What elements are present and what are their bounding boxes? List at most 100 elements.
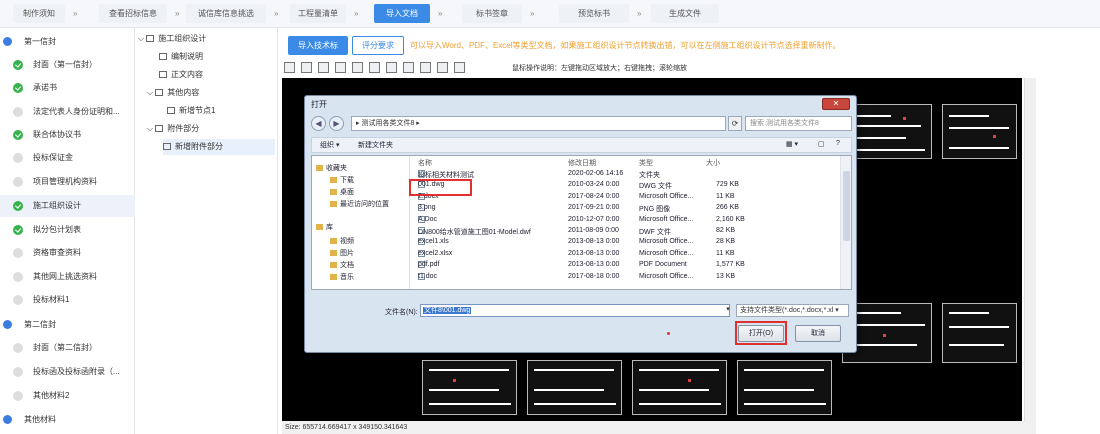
zoom-in-icon[interactable]: [318, 62, 329, 73]
step-tab[interactable]: 导入文档: [374, 4, 430, 23]
group-icon: [3, 37, 12, 46]
pending-icon: [13, 343, 23, 353]
cursor-marker: [667, 332, 670, 335]
col-size[interactable]: 大小: [706, 158, 720, 168]
preview-pane-icon[interactable]: ▢: [818, 140, 825, 148]
refresh-icon[interactable]: ⟳: [728, 116, 742, 131]
nav-group[interactable]: 第二信封: [0, 314, 135, 336]
fit-icon[interactable]: [352, 62, 363, 73]
step-tab[interactable]: 查看招标信息: [99, 4, 167, 23]
close-button[interactable]: ✕: [822, 98, 850, 110]
step-tab[interactable]: 诚信库信息挑选: [186, 4, 266, 23]
folder-icon: [330, 189, 337, 195]
nav-item[interactable]: 联合体协议书: [0, 124, 135, 146]
file-row[interactable]: t1.doc 2017-08-18 0:00 Microsoft Office...…: [416, 272, 752, 284]
open-file-dialog: 打开 ✕ ◀ ▶ ▸ 测试用各类文件8 ▸ ⟳ 搜索 测试用各类文件8 组织 ▾…: [304, 95, 857, 353]
check-icon: [13, 60, 23, 70]
nav-item[interactable]: 投标保证金: [0, 147, 135, 169]
folder-pane-item[interactable]: 音乐: [330, 272, 354, 282]
file-row[interactable]: A.Doc 2010-12-07 0:00 Microsoft Office... 2…: [416, 215, 752, 227]
folder-pane-item[interactable]: 视频: [330, 236, 354, 246]
folder-icon: [316, 165, 323, 171]
nav-item[interactable]: 封面（第一信封）: [0, 54, 135, 76]
nav-item[interactable]: 资格审查资料: [0, 242, 135, 264]
canvas-scrollbar[interactable]: [1024, 78, 1036, 421]
pending-icon: [13, 272, 23, 282]
step-tab[interactable]: 预览标书: [559, 4, 629, 23]
tree-node-other[interactable]: ⌵ 其他内容: [147, 85, 199, 101]
tree-node-attach[interactable]: ⌵ 附件部分: [147, 121, 199, 137]
file-row[interactable]: DN800给水管道施工图01-Model.dwf 2011-08-09 0:00 D…: [416, 227, 752, 238]
chevron-down-icon[interactable]: ▾: [723, 304, 733, 317]
nav-group[interactable]: 其他材料: [0, 409, 135, 431]
nav-item[interactable]: 投标材料1: [0, 289, 135, 311]
step-tab[interactable]: 工程量清单: [290, 4, 346, 23]
step-tab[interactable]: 生成文件: [651, 4, 719, 23]
nav-item[interactable]: 其他网上挑选资料: [0, 266, 135, 288]
back-icon[interactable]: ◀: [311, 116, 326, 131]
nav-item[interactable]: 封面（第二信封）: [0, 337, 135, 359]
folder-pane-item[interactable]: 桌面: [330, 187, 354, 197]
folder-pane-item[interactable]: 最近访问的位置: [330, 199, 389, 209]
folder-pane-item[interactable]: 收藏夹: [316, 163, 347, 173]
export-icon[interactable]: [301, 62, 312, 73]
nav-group[interactable]: 第一信封: [0, 31, 135, 53]
col-type[interactable]: 类型: [639, 158, 653, 168]
organize-button[interactable]: 组织 ▾: [320, 140, 339, 150]
folder-pane-item[interactable]: 库: [316, 222, 333, 232]
zoom-out-icon[interactable]: [335, 62, 346, 73]
folder-pane-item[interactable]: 下载: [330, 175, 354, 185]
folder-icon: [146, 35, 155, 42]
forward-icon[interactable]: ▶: [329, 116, 344, 131]
file-scrollbar[interactable]: [840, 156, 851, 289]
view-icon[interactable]: ▦ ▾: [786, 140, 798, 148]
import-tech-button[interactable]: 导入技术标: [288, 36, 348, 55]
check-icon: [13, 225, 23, 235]
tree-node-new-attach[interactable]: 新增附件部分: [163, 139, 275, 155]
tree-node-compile[interactable]: 编制说明: [159, 49, 203, 65]
nav-item[interactable]: 拟分包计划表: [0, 219, 135, 241]
measure-icon[interactable]: [437, 62, 448, 73]
file-row[interactable]: 3.png 2017-09-21 0:00 PNG 图像 266 KB: [416, 204, 752, 215]
col-name[interactable]: 名称: [418, 158, 432, 168]
nav-item[interactable]: 项目管理机构资料: [0, 171, 135, 193]
search-input[interactable]: 搜索 测试用各类文件8: [745, 116, 852, 131]
file-row[interactable]: pdf.pdf 2013-08-13 0:00 PDF Document 1,577 …: [416, 261, 752, 272]
new-folder-button[interactable]: 新建文件夹: [358, 140, 393, 150]
filename-input[interactable]: 文件8\001.dwg: [420, 304, 730, 317]
settings-icon[interactable]: [454, 62, 465, 73]
step-arrow-icon: »: [354, 9, 359, 18]
folder-icon: [330, 177, 337, 183]
address-bar[interactable]: ▸ 测试用各类文件8 ▸: [351, 116, 726, 131]
nav-item[interactable]: 投标函及投标函附录（...: [0, 361, 135, 383]
tree-root[interactable]: ⌵ 施工组织设计: [138, 31, 206, 47]
address-row: ◀ ▶ ▸ 测试用各类文件8 ▸ ⟳ 搜索 测试用各类文件8: [311, 114, 852, 134]
folder-pane-item[interactable]: 图片: [330, 248, 354, 258]
filetype-select[interactable]: 支持文件类型(*.doc,*.docx,*.xl ▾: [736, 304, 849, 317]
filename-label: 文件名(N):: [385, 309, 418, 316]
step-arrow-icon: »: [73, 9, 78, 18]
cancel-button[interactable]: 取消: [795, 325, 841, 342]
print-icon[interactable]: [284, 62, 295, 73]
folder-icon: [316, 224, 323, 230]
cad-sheet: [942, 303, 1017, 363]
pending-icon: [13, 153, 23, 163]
file-row[interactable]: excel2.xlsx 2013-08-13 0:00 Microsoft Offi…: [416, 249, 752, 261]
step-tab[interactable]: 标书签章: [462, 4, 522, 23]
folder-pane-item[interactable]: 文档: [330, 260, 354, 270]
file-row[interactable]: excel1.xls 2013-08-13 0:00 Microsoft Offic…: [416, 238, 752, 249]
nav-item[interactable]: 其他材料2: [0, 385, 135, 407]
col-date[interactable]: 修改日期: [568, 158, 596, 168]
tree-node-new1[interactable]: 新增节点1: [167, 103, 215, 119]
scoring-req-button[interactable]: 评分要求: [352, 36, 404, 55]
tree-node-body[interactable]: 正文内容: [159, 67, 203, 83]
window-zoom-icon[interactable]: [369, 62, 380, 73]
color-icon[interactable]: [420, 62, 431, 73]
nav-item[interactable]: 施工组织设计: [0, 195, 135, 217]
nav-item[interactable]: 法定代表人身份证明和...: [0, 101, 135, 123]
layer-icon[interactable]: [403, 62, 414, 73]
step-tab[interactable]: 制作须知: [13, 4, 65, 23]
rotate-icon[interactable]: [386, 62, 397, 73]
nav-item[interactable]: 承诺书: [0, 77, 135, 99]
help-icon[interactable]: ?: [836, 140, 840, 147]
